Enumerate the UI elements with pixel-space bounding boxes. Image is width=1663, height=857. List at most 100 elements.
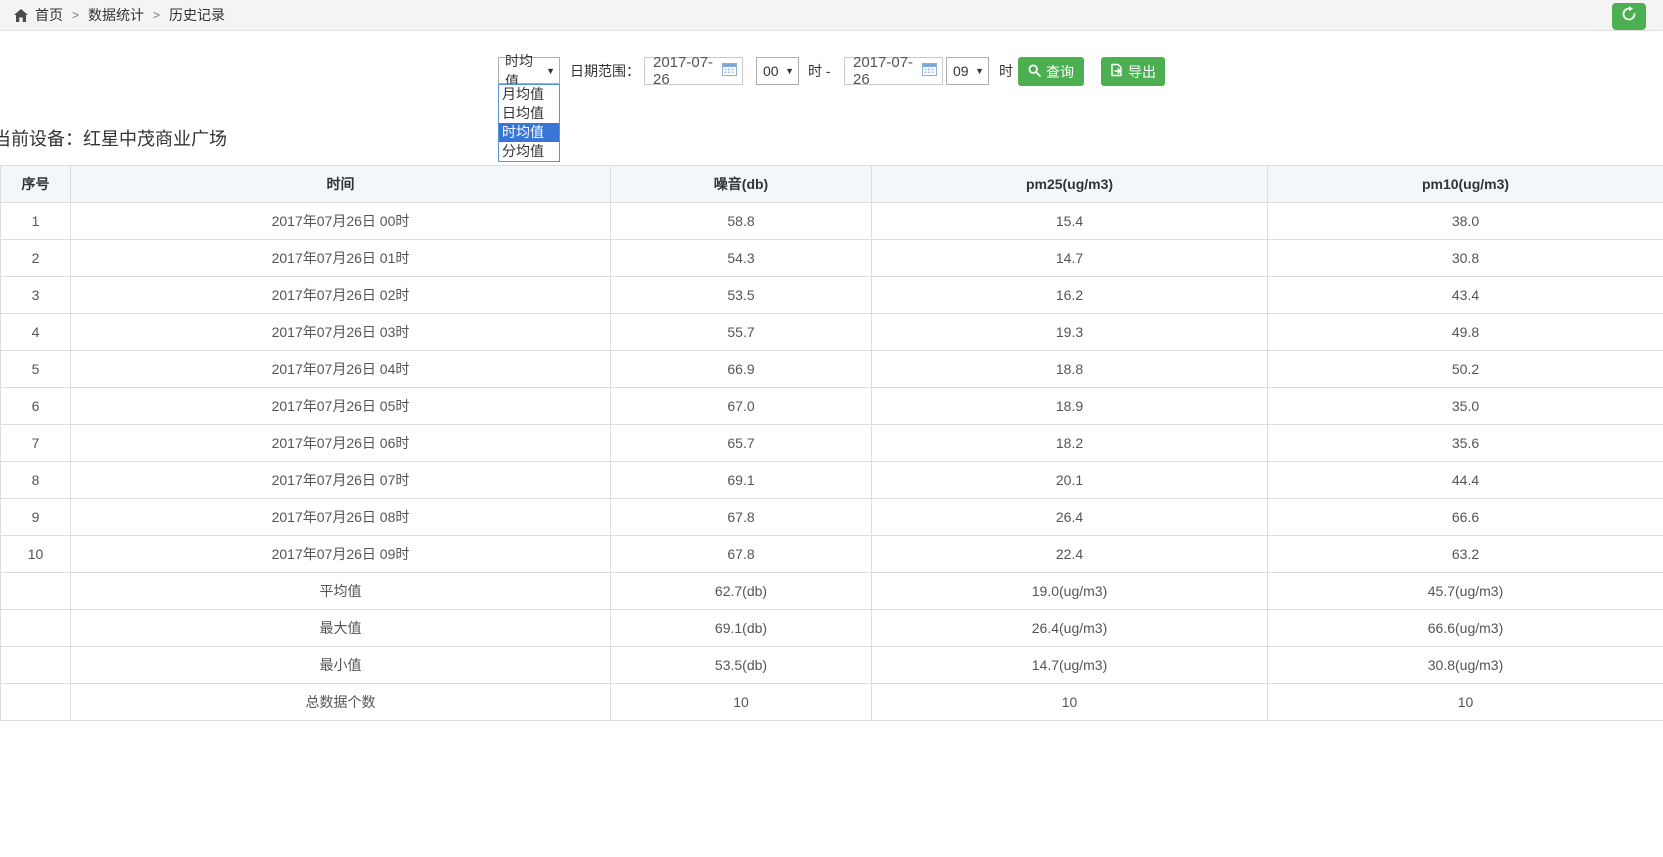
table-row: 22017年07月26日 01时54.314.730.8: [1, 240, 1663, 277]
start-hour-select[interactable]: 00 ▼: [756, 57, 799, 85]
period-select-dropdown: 月均值 日均值 时均值 分均值: [498, 84, 560, 162]
table-cell: 67.0: [611, 388, 872, 425]
period-option-minute[interactable]: 分均值: [499, 142, 559, 161]
hour-suffix-label: 时: [999, 57, 1013, 85]
summary-row: 最小值53.5(db)14.7(ug/m3)30.8(ug/m3): [1, 647, 1663, 684]
table-cell: 2: [1, 240, 71, 277]
header-pm10: pm10(ug/m3): [1268, 166, 1663, 203]
table-cell: 43.4: [1268, 277, 1663, 314]
table-cell: 2017年07月26日 01时: [71, 240, 611, 277]
table-cell: 66.9: [611, 351, 872, 388]
table-cell: 65.7: [611, 425, 872, 462]
table-cell: 16.2: [872, 277, 1268, 314]
table-cell: 49.8: [1268, 314, 1663, 351]
table-cell: 50.2: [1268, 351, 1663, 388]
table-cell: 15.4: [872, 203, 1268, 240]
table-cell: 18.8: [872, 351, 1268, 388]
chevron-down-icon: ▼: [546, 66, 555, 76]
table-header-row: 序号 时间 噪音(db) pm25(ug/m3) pm10(ug/m3): [1, 166, 1663, 203]
table-cell: 54.3: [611, 240, 872, 277]
table-cell: 35.0: [1268, 388, 1663, 425]
table-cell: 2017年07月26日 04时: [71, 351, 611, 388]
start-date-input[interactable]: 2017-07-26: [644, 57, 743, 85]
header-index: 序号: [1, 166, 71, 203]
table-cell: 22.4: [872, 536, 1268, 573]
end-hour-select[interactable]: 09 ▼: [946, 57, 989, 85]
table-row: 102017年07月26日 09时67.822.463.2: [1, 536, 1663, 573]
table-cell: 66.6(ug/m3): [1268, 610, 1663, 647]
table-row: 12017年07月26日 00时58.815.438.0: [1, 203, 1663, 240]
table-cell: 2017年07月26日 05时: [71, 388, 611, 425]
breadcrumb-history-record[interactable]: 历史记录: [169, 5, 225, 25]
table-cell: 45.7(ug/m3): [1268, 573, 1663, 610]
table-cell: 66.6: [1268, 499, 1663, 536]
table-cell: 2017年07月26日 02时: [71, 277, 611, 314]
chevron-down-icon: ▼: [785, 66, 794, 76]
table-cell: [1, 684, 71, 721]
table-row: 52017年07月26日 04时66.918.850.2: [1, 351, 1663, 388]
table-cell: 最小值: [71, 647, 611, 684]
table-cell: 53.5(db): [611, 647, 872, 684]
table-row: 72017年07月26日 06时65.718.235.6: [1, 425, 1663, 462]
query-button-label: 查询: [1046, 62, 1074, 82]
table-cell: 平均值: [71, 573, 611, 610]
summary-row: 总数据个数101010: [1, 684, 1663, 721]
table-cell: 19.3: [872, 314, 1268, 351]
table-body: 12017年07月26日 00时58.815.438.022017年07月26日…: [1, 203, 1663, 721]
calendar-icon: [922, 62, 937, 80]
table-row: 32017年07月26日 02时53.516.243.4: [1, 277, 1663, 314]
period-option-day[interactable]: 日均值: [499, 104, 559, 123]
table-cell: 6: [1, 388, 71, 425]
export-button[interactable]: 导出: [1101, 57, 1165, 86]
table-cell: 4: [1, 314, 71, 351]
table-cell: 35.6: [1268, 425, 1663, 462]
breadcrumb-separator: >: [72, 8, 79, 22]
table-row: 82017年07月26日 07时69.120.144.4: [1, 462, 1663, 499]
hour-dash-label: 时 -: [808, 57, 831, 85]
refresh-button[interactable]: [1612, 3, 1646, 30]
breadcrumb-data-statistics[interactable]: 数据统计: [88, 5, 144, 25]
table-cell: 18.9: [872, 388, 1268, 425]
header-noise: 噪音(db): [611, 166, 872, 203]
table-cell: 63.2: [1268, 536, 1663, 573]
refresh-icon: [1621, 6, 1637, 27]
table-cell: 最大值: [71, 610, 611, 647]
table-cell: 2017年07月26日 00时: [71, 203, 611, 240]
history-table: 序号 时间 噪音(db) pm25(ug/m3) pm10(ug/m3) 120…: [0, 165, 1663, 721]
summary-row: 最大值69.1(db)26.4(ug/m3)66.6(ug/m3): [1, 610, 1663, 647]
table-cell: 5: [1, 351, 71, 388]
period-option-hour[interactable]: 时均值: [499, 123, 559, 142]
query-button[interactable]: 查询: [1018, 57, 1084, 86]
table-cell: 44.4: [1268, 462, 1663, 499]
breadcrumb-home[interactable]: 首页: [35, 5, 63, 25]
start-hour-value: 00: [763, 63, 779, 79]
table-cell: [1, 573, 71, 610]
table-cell: 58.8: [611, 203, 872, 240]
table-cell: 2017年07月26日 03时: [71, 314, 611, 351]
table-cell: 2017年07月26日 08时: [71, 499, 611, 536]
table-cell: 9: [1, 499, 71, 536]
table-cell: 62.7(db): [611, 573, 872, 610]
current-device-label: 当前设备：红星中茂商业广场: [0, 125, 227, 151]
table-cell: 18.2: [872, 425, 1268, 462]
table-cell: 14.7(ug/m3): [872, 647, 1268, 684]
table-cell: [1, 610, 71, 647]
header-pm25: pm25(ug/m3): [872, 166, 1268, 203]
end-date-input[interactable]: 2017-07-26: [844, 57, 943, 85]
table-cell: 2017年07月26日 06时: [71, 425, 611, 462]
table-cell: 10: [1268, 684, 1663, 721]
table-cell: 30.8(ug/m3): [1268, 647, 1663, 684]
table-cell: 19.0(ug/m3): [872, 573, 1268, 610]
breadcrumb-separator: >: [153, 8, 160, 22]
table-cell: 10: [1, 536, 71, 573]
end-date-value: 2017-07-26: [853, 54, 922, 88]
period-option-month[interactable]: 月均值: [499, 85, 559, 104]
calendar-icon: [722, 62, 737, 80]
period-select[interactable]: 时均值 ▼: [498, 57, 560, 84]
table-cell: 2017年07月26日 07时: [71, 462, 611, 499]
table-cell: 7: [1, 425, 71, 462]
table-cell: 67.8: [611, 499, 872, 536]
table-cell: 55.7: [611, 314, 872, 351]
home-icon: [14, 9, 28, 22]
table-row: 92017年07月26日 08时67.826.466.6: [1, 499, 1663, 536]
